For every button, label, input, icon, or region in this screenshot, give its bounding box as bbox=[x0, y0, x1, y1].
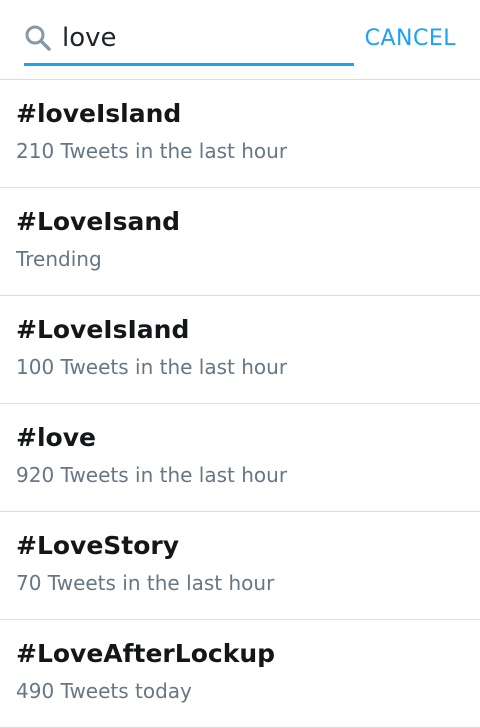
trend-hashtag: #LoveStory bbox=[16, 531, 180, 560]
search-input[interactable]: love bbox=[24, 16, 354, 66]
list-item[interactable]: #LoveAfterLockup 490 Tweets today bbox=[0, 620, 480, 728]
cancel-button[interactable]: CANCEL bbox=[365, 24, 456, 54]
trend-meta: 920 Tweets in the last hour bbox=[16, 463, 288, 487]
trend-meta: 70 Tweets in the last hour bbox=[16, 571, 275, 595]
list-item[interactable]: #LoveIsand Trending bbox=[0, 188, 480, 296]
trend-suggestion-list: #loveIsland 210 Tweets in the last hour … bbox=[0, 80, 480, 728]
search-bar: love CANCEL bbox=[0, 0, 480, 80]
search-query-text: love bbox=[62, 23, 117, 53]
trend-meta: 490 Tweets today bbox=[16, 679, 192, 703]
trend-hashtag: #LoveIsIand bbox=[16, 315, 190, 344]
trend-hashtag: #LoveIsand bbox=[16, 207, 181, 236]
list-item[interactable]: #love 920 Tweets in the last hour bbox=[0, 404, 480, 512]
trend-hashtag: #loveIsland bbox=[16, 99, 182, 128]
trend-meta: Trending bbox=[16, 247, 102, 271]
trend-meta: 100 Tweets in the last hour bbox=[16, 355, 288, 379]
list-item[interactable]: #LoveIsIand 100 Tweets in the last hour bbox=[0, 296, 480, 404]
trend-meta: 210 Tweets in the last hour bbox=[16, 139, 288, 163]
search-icon bbox=[24, 24, 52, 52]
list-item[interactable]: #LoveStory 70 Tweets in the last hour bbox=[0, 512, 480, 620]
list-item[interactable]: #loveIsland 210 Tweets in the last hour bbox=[0, 80, 480, 188]
trend-hashtag: #love bbox=[16, 423, 96, 452]
trend-hashtag: #LoveAfterLockup bbox=[16, 639, 276, 668]
